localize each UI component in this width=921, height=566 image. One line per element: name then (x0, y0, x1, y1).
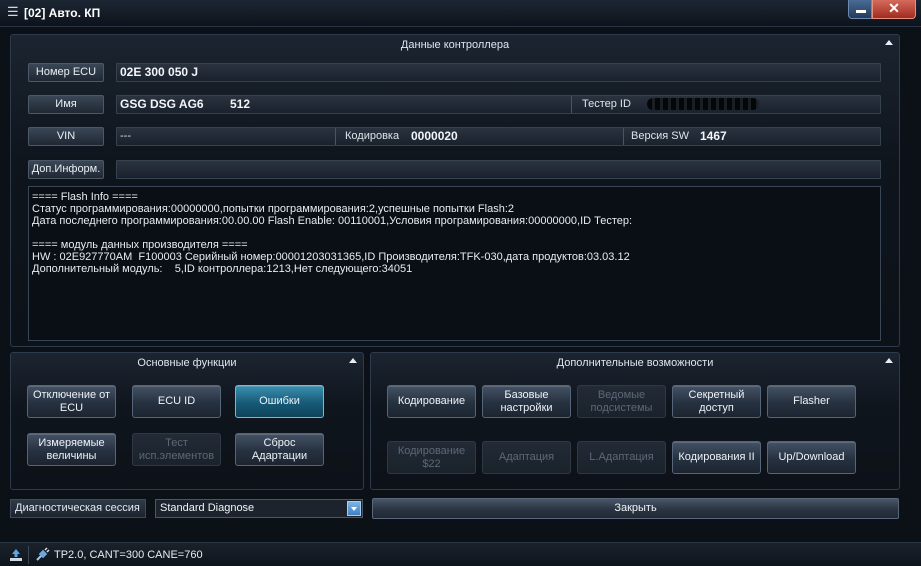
redacted-tester-id (647, 98, 759, 110)
connection-status-text: TP2.0, CANT=300 CANE=760 (54, 549, 203, 561)
name-extra-value: 512 (230, 97, 251, 111)
flasher-button[interactable]: Flasher (767, 385, 856, 418)
sw-version-value: 1467 (700, 129, 727, 143)
coding-value: 0000020 (411, 129, 458, 143)
window-title: [02] Авто. КП (24, 6, 101, 20)
reset-adaptation-button[interactable]: Сброс Адартации (235, 433, 324, 466)
basic-functions-panel: Основные функции (10, 352, 364, 490)
minimize-button[interactable] (848, 0, 872, 19)
title-bar: ☰ [02] Авто. КП ✕ (0, 0, 921, 27)
field-separator (335, 128, 336, 145)
controller-data-title: Данные контроллера (400, 39, 510, 51)
extra-info-field (116, 160, 881, 179)
log-line: Статус программирования:00000000,попытки… (32, 203, 515, 215)
upload-icon[interactable] (9, 548, 23, 562)
collapse-icon[interactable] (349, 358, 357, 363)
slave-systems-button[interactable]: Ведомые подсистемы (577, 385, 666, 418)
extra-info-label: Доп.Информ. (28, 160, 104, 179)
errors-button[interactable]: Ошибки (235, 385, 324, 418)
coding-ii-button[interactable]: Кодирования II (672, 441, 761, 474)
basic-functions-title: Основные функции (137, 357, 237, 369)
secret-access-button[interactable]: Секретный доступ (672, 385, 761, 418)
coding-button[interactable]: Кодирование (387, 385, 476, 418)
connection-plug-icon (36, 547, 50, 561)
log-line: ==== модуль данных производителя ==== (32, 239, 248, 251)
close-window-button[interactable]: ✕ (872, 0, 916, 19)
log-line: Дата последнего программирования:00.00.0… (32, 215, 633, 227)
up-download-button[interactable]: Up/Download (767, 441, 856, 474)
coding-22-button[interactable]: Кодирование $22 (387, 441, 476, 474)
ecu-number-label: Номер ECU (28, 63, 104, 82)
status-divider (28, 546, 29, 564)
close-button[interactable]: Закрыть (372, 498, 899, 519)
vin-field: --- Кодировка 0000020 Версия SW 1467 (116, 127, 881, 146)
sw-version-label: Версия SW (631, 130, 689, 142)
menu-icon[interactable]: ☰ (7, 5, 19, 19)
collapse-icon[interactable] (885, 40, 893, 45)
name-field: GSG DSG AG6 512 Тестер ID (116, 95, 881, 114)
l-adaptation-button[interactable]: L.Адаптация (577, 441, 666, 474)
flash-info-log[interactable]: ==== Flash Info ==== Статус программиров… (28, 186, 881, 341)
log-line: ==== Flash Info ==== (32, 191, 138, 203)
name-value: GSG DSG AG6 (120, 97, 204, 111)
diagnostic-session-value: Standard Diagnose (160, 502, 255, 514)
adaptation-button[interactable]: Адаптация (482, 441, 571, 474)
collapse-icon[interactable] (885, 358, 893, 363)
actuator-test-button[interactable]: Тест исп.элементов (132, 433, 221, 466)
disconnect-ecu-button[interactable]: Отключение от ECU (27, 385, 116, 418)
basic-settings-button[interactable]: Базовые настройки (482, 385, 571, 418)
ecu-number-value: 02E 300 050 J (120, 65, 199, 79)
chevron-down-icon[interactable] (347, 501, 361, 516)
coding-label: Кодировка (345, 130, 400, 142)
ecu-number-field: 02E 300 050 J (116, 63, 881, 82)
log-line: HW : 02E927770AM F100003 Серийный номер:… (32, 251, 630, 263)
field-separator (571, 96, 572, 113)
status-bar: TP2.0, CANT=300 CANE=760 (0, 542, 921, 566)
ecu-id-button[interactable]: ECU ID (132, 385, 221, 418)
advanced-features-title: Дополнительные возможности (556, 357, 714, 369)
name-label: Имя (28, 95, 104, 114)
diagnostic-session-select[interactable]: Standard Diagnose (155, 499, 363, 518)
log-line: Дополнительный модуль: 5,ID контроллера:… (32, 263, 413, 275)
field-separator (623, 128, 624, 145)
measured-values-button[interactable]: Измеряемые величины (27, 433, 116, 466)
tester-id-label: Тестер ID (582, 98, 631, 110)
diagnostic-session-label: Диагностическая сессия (10, 499, 146, 518)
vin-label: VIN (28, 127, 104, 146)
vin-value: --- (120, 130, 131, 142)
